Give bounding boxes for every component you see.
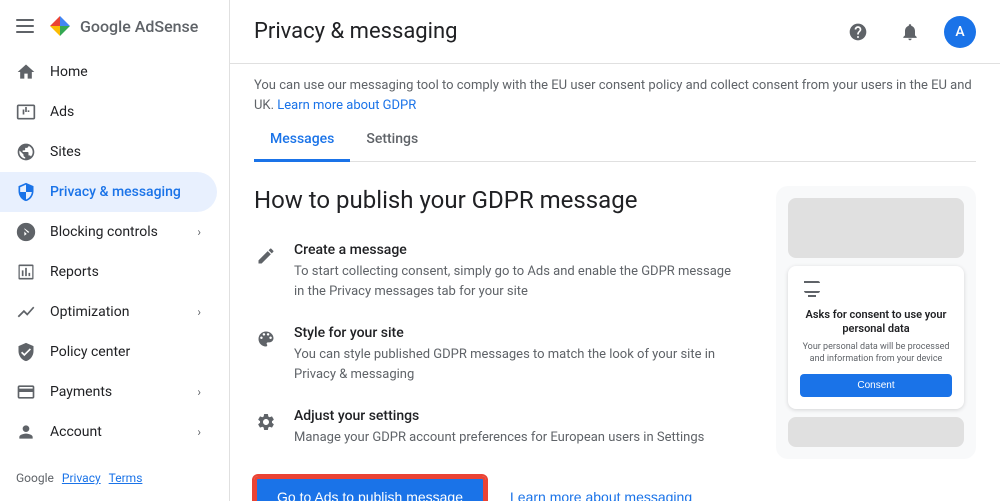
tab-messages[interactable]: Messages: [254, 119, 350, 162]
sidebar: Google AdSense Home Ads Sites Privacy & …: [0, 0, 230, 501]
step-style-title: Style for your site: [294, 325, 736, 341]
google-adsense-logo-icon: [46, 12, 74, 40]
optimization-expand-icon: ›: [197, 305, 201, 319]
sidebar-footer: Google Privacy Terms: [0, 463, 229, 493]
style-icon: [254, 327, 278, 351]
pencil-icon: [254, 244, 278, 268]
tabs: Messages Settings: [254, 119, 976, 162]
help-icon: [848, 22, 868, 42]
sites-icon: [16, 142, 36, 162]
help-button[interactable]: [840, 14, 876, 50]
privacy-icon: [16, 182, 36, 202]
tab-settings[interactable]: Settings: [350, 119, 434, 162]
logo-text: Google AdSense: [80, 17, 198, 36]
page-content: How to publish your GDPR message Create …: [254, 186, 976, 501]
sidebar-item-policy-center[interactable]: Policy center: [0, 332, 217, 372]
sidebar-item-reports[interactable]: Reports: [0, 252, 217, 292]
sidebar-item-ads-label: Ads: [50, 104, 74, 120]
sidebar-item-blocking-controls[interactable]: Blocking controls ›: [0, 212, 217, 252]
ads-icon: [16, 102, 36, 122]
page-title: Privacy & messaging: [254, 19, 458, 44]
preview-container: Asks for consent to use your personal da…: [776, 186, 976, 459]
blocking-icon: [16, 222, 36, 242]
step-settings-title: Adjust your settings: [294, 408, 704, 424]
footer-brand: Google: [16, 471, 54, 485]
topbar: Privacy & messaging A: [230, 0, 1000, 64]
preview-card-title: Asks for consent to use your personal da…: [800, 308, 952, 337]
publish-button[interactable]: Go to Ads to publish message: [254, 476, 486, 501]
sidebar-item-home[interactable]: Home: [0, 52, 217, 92]
sidebar-item-optimization[interactable]: Optimization ›: [0, 292, 217, 332]
preview-card-text: Your personal data will be processed and…: [800, 341, 952, 366]
footer-privacy-link[interactable]: Privacy: [62, 471, 101, 485]
preview-card: Asks for consent to use your personal da…: [788, 266, 964, 409]
step-create-desc: To start collecting consent, simply go t…: [294, 262, 736, 301]
sidebar-item-ads[interactable]: Ads: [0, 92, 217, 132]
footer-terms-link[interactable]: Terms: [109, 471, 143, 485]
notice-link[interactable]: Learn more about GDPR: [277, 98, 416, 113]
action-row: Go to Ads to publish message Learn more …: [254, 476, 736, 501]
settings-icon: [254, 410, 278, 434]
step-settings-text: Adjust your settings Manage your GDPR ac…: [294, 408, 704, 448]
sidebar-item-payments[interactable]: Payments ›: [0, 372, 217, 412]
policy-icon: [16, 342, 36, 362]
avatar[interactable]: A: [944, 16, 976, 48]
step-create: Create a message To start collecting con…: [254, 242, 736, 301]
content-area: You can use our messaging tool to comply…: [230, 64, 1000, 501]
blocking-expand-icon: ›: [197, 225, 201, 239]
step-create-text: Create a message To start collecting con…: [294, 242, 736, 301]
optimization-icon: [16, 302, 36, 322]
gdpr-preview: Asks for consent to use your personal da…: [776, 186, 976, 459]
sidebar-item-privacy-label: Privacy & messaging: [50, 184, 181, 200]
step-settings-desc: Manage your GDPR account preferences for…: [294, 428, 704, 448]
sidebar-item-privacy-messaging[interactable]: Privacy & messaging: [0, 172, 217, 212]
sidebar-item-policy-label: Policy center: [50, 344, 130, 360]
sidebar-item-sites-label: Sites: [50, 144, 81, 160]
learn-more-link[interactable]: Learn more about messaging: [510, 489, 692, 501]
sidebar-item-account[interactable]: Account ›: [0, 412, 217, 452]
logo: Google AdSense: [46, 12, 198, 40]
left-content: How to publish your GDPR message Create …: [254, 186, 736, 501]
home-icon: [16, 62, 36, 82]
sidebar-item-optimization-label: Optimization: [50, 304, 129, 320]
sidebar-item-sites[interactable]: Sites: [0, 132, 217, 172]
step-settings: Adjust your settings Manage your GDPR ac…: [254, 408, 736, 448]
preview-phone-bottom: [788, 417, 964, 447]
sidebar-item-home-label: Home: [50, 64, 88, 80]
sidebar-header: Google AdSense: [0, 0, 229, 52]
step-list: Create a message To start collecting con…: [254, 242, 736, 448]
sidebar-item-reports-label: Reports: [50, 264, 99, 280]
preview-phone-top: [788, 198, 964, 258]
notifications-icon: [900, 22, 920, 42]
sidebar-item-payments-label: Payments: [50, 384, 112, 400]
account-expand-icon: ›: [197, 425, 201, 439]
reports-icon: [16, 262, 36, 282]
payments-icon: [16, 382, 36, 402]
gdpr-page-title: How to publish your GDPR message: [254, 186, 736, 214]
notifications-button[interactable]: [892, 14, 928, 50]
preview-consent-button[interactable]: Consent: [800, 374, 952, 397]
sidebar-item-blocking-label: Blocking controls: [50, 224, 158, 240]
menu-button[interactable]: [16, 19, 34, 33]
payments-expand-icon: ›: [197, 385, 201, 399]
step-style-desc: You can style published GDPR messages to…: [294, 345, 736, 384]
step-style-text: Style for your site You can style publis…: [294, 325, 736, 384]
sidebar-item-account-label: Account: [50, 424, 102, 440]
account-icon: [16, 422, 36, 442]
topbar-actions: A: [840, 14, 976, 50]
gdpr-notice: You can use our messaging tool to comply…: [254, 64, 976, 119]
step-create-title: Create a message: [294, 242, 736, 258]
main-area: Privacy & messaging A You can use our me…: [230, 0, 1000, 501]
step-style: Style for your site You can style publis…: [254, 325, 736, 384]
monitor-icon: [800, 278, 952, 302]
